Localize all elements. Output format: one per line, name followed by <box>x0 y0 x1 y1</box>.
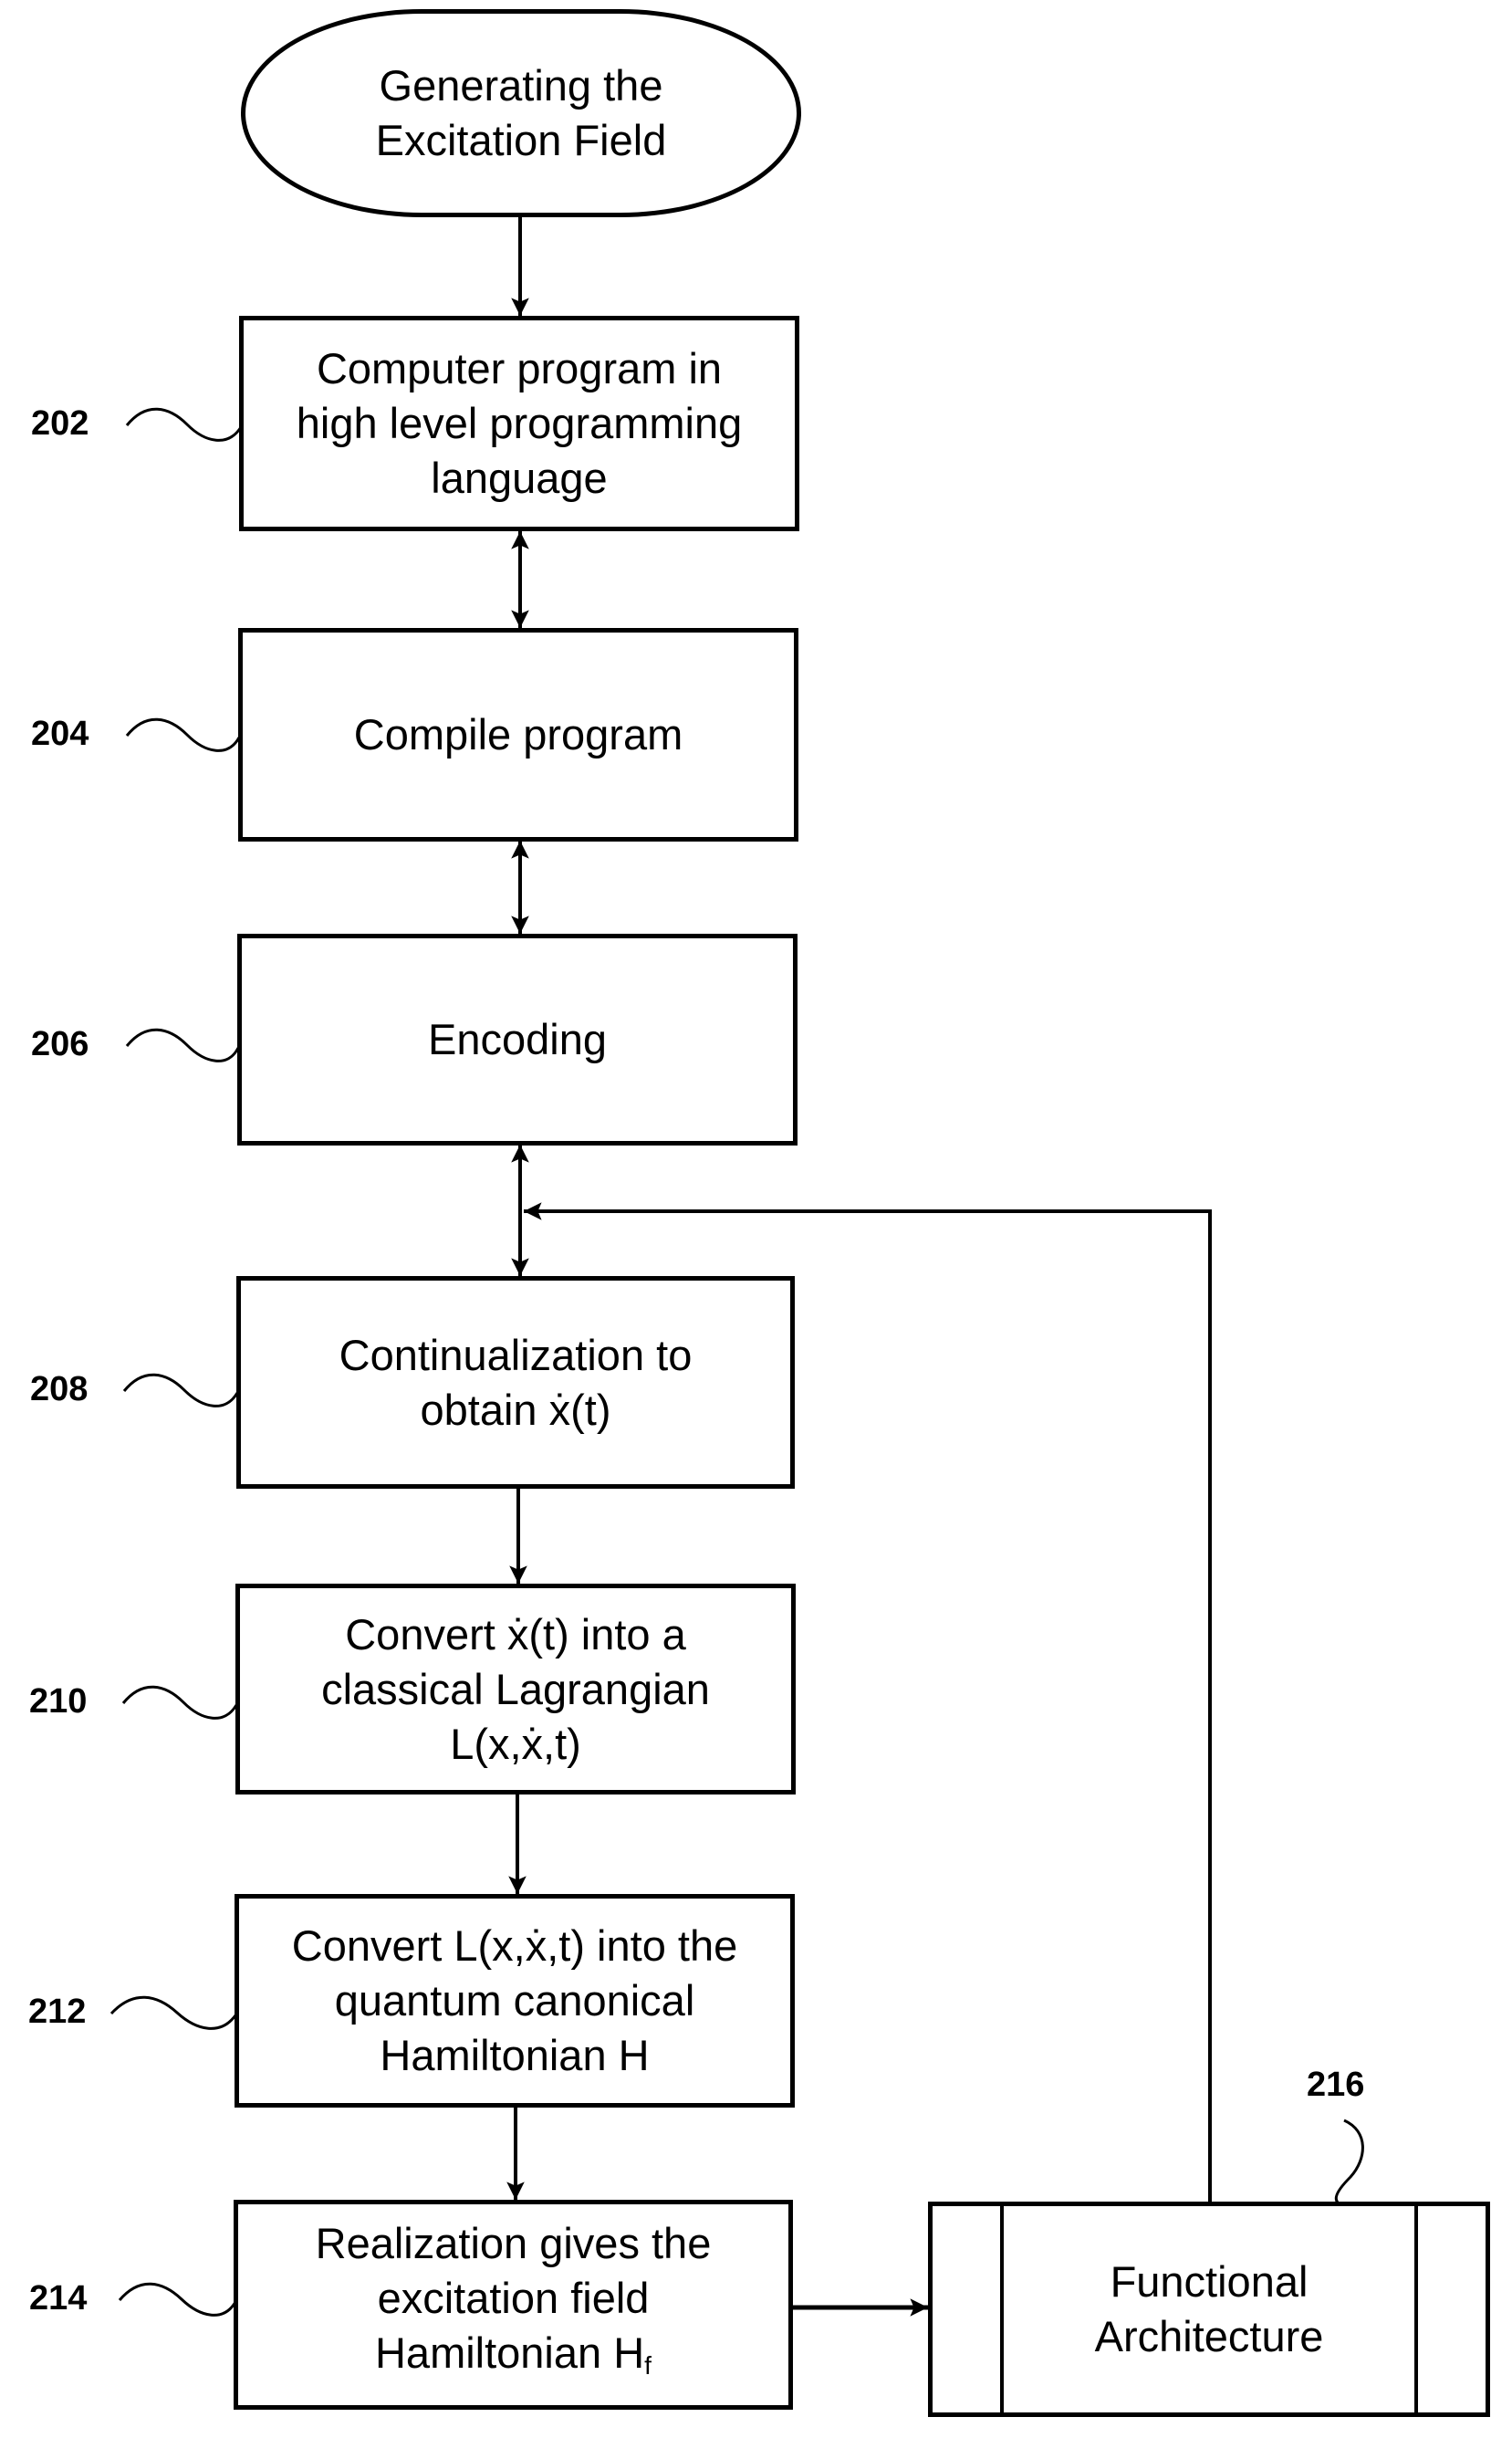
process-216-box: Functional Architecture <box>928 2202 1490 2417</box>
flowchart: Generating the Excitation Field 202 Comp… <box>0 0 1512 2438</box>
process-216-right-bar <box>1414 2206 1418 2412</box>
ref-label-202: 202 <box>31 404 89 443</box>
ref-squiggle-212 <box>109 1995 237 2030</box>
step-206-line-1: Encoding <box>428 1015 607 1063</box>
ref-squiggle-206 <box>125 1028 240 1062</box>
step-214-box: Realization gives the excitation field H… <box>234 2200 793 2410</box>
step-214-line-3-text: Hamiltonian H <box>374 2328 645 2378</box>
step-204-box: Compile program <box>238 628 798 842</box>
step-212-line-2: quantum canonical <box>334 1976 695 2025</box>
start-line-1: Generating the <box>379 61 663 110</box>
step-212-line-1: Convert L(x,ẋ,t) into the <box>291 1921 738 1970</box>
ref-label-214: 214 <box>29 2279 88 2318</box>
ref-squiggle-210 <box>121 1685 238 1720</box>
step-214-line-2: excitation field <box>377 2274 650 2323</box>
step-214-subscript: f <box>644 2350 652 2380</box>
ref-squiggle-202 <box>125 407 243 442</box>
step-206-box: Encoding <box>237 934 798 1146</box>
step-202-line-3: language <box>431 454 608 502</box>
ref-label-206: 206 <box>31 1025 89 1063</box>
step-208-line-1: Continualization to <box>339 1330 693 1379</box>
ref-label-212: 212 <box>28 1993 87 2031</box>
step-202-line-1: Computer program in <box>316 344 723 392</box>
step-210-line-3: L(x,ẋ,t) <box>450 1719 581 1768</box>
step-202-line-2: high level programming <box>296 399 743 447</box>
step-208-box: Continualization to obtain ẋ(t) <box>236 1276 795 1489</box>
process-216-line-2: Architecture <box>1094 2312 1324 2360</box>
step-202-box: Computer program in high level programmi… <box>239 316 799 531</box>
ref-squiggle-204 <box>125 717 241 752</box>
start-line-2: Excitation Field <box>375 116 667 164</box>
step-212-box: Convert L(x,ẋ,t) into the quantum canon… <box>235 1894 795 2108</box>
process-216-line-1: Functional <box>1110 2257 1309 2306</box>
ref-label-204: 204 <box>31 715 89 753</box>
step-210-line-1: Convert ẋ(t) into a <box>345 1609 686 1658</box>
step-210-box: Convert ẋ(t) into a classical Lagrangia… <box>235 1584 796 1794</box>
ref-label-216: 216 <box>1307 2066 1365 2104</box>
ref-label-208: 208 <box>30 1370 89 1408</box>
step-204-line-1: Compile program <box>353 710 683 759</box>
step-208-line-2: obtain ẋ(t) <box>420 1385 611 1434</box>
process-216-left-bar <box>1000 2206 1004 2412</box>
step-214-line-1: Realization gives the <box>315 2219 712 2268</box>
step-210-line-2: classical Lagrangian <box>321 1664 710 1713</box>
step-214-line-3: Hamiltonian Hf <box>375 2326 652 2392</box>
ref-squiggle-216 <box>1334 2119 1364 2207</box>
ref-label-210: 210 <box>29 1682 88 1721</box>
ref-squiggle-214 <box>118 2282 237 2317</box>
step-212-line-3: Hamiltonian H <box>380 2031 650 2079</box>
start-terminal: Generating the Excitation Field <box>241 9 801 217</box>
ref-squiggle-208 <box>122 1373 239 1407</box>
